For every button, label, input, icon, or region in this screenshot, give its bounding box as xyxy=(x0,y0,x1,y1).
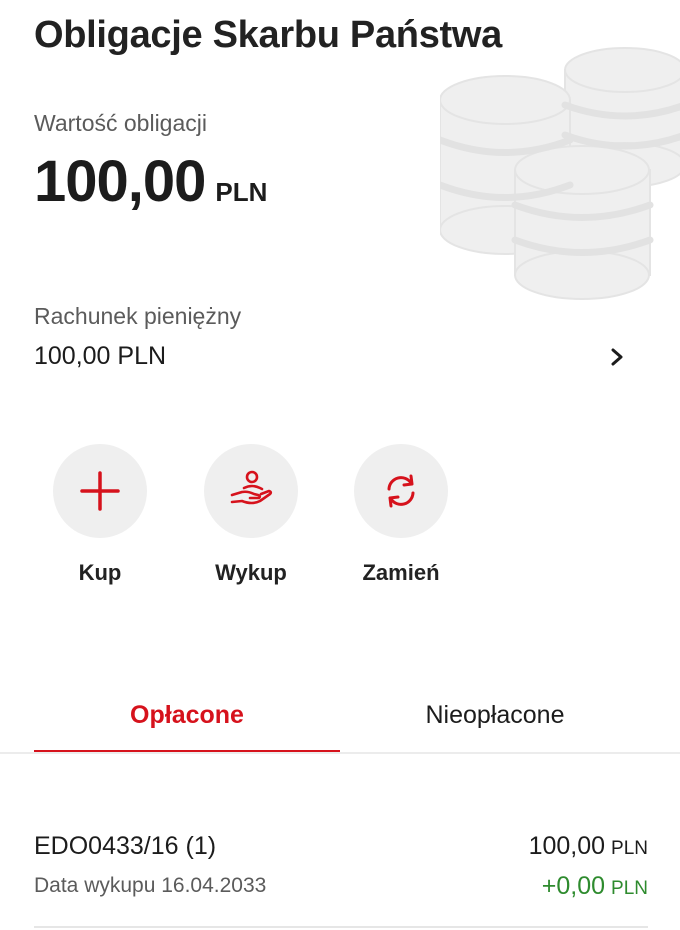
bond-amount-currency: PLN xyxy=(611,838,648,859)
bond-amount: 100,00 PLN xyxy=(529,832,648,861)
exchange-icon xyxy=(387,474,415,508)
bond-change-currency: PLN xyxy=(611,878,648,899)
coins-illustration xyxy=(440,47,680,300)
hand-coin-icon xyxy=(230,470,273,505)
cash-account-row[interactable]: Rachunek pieniężny 100,00 PLN xyxy=(34,300,624,380)
buy-button-circle xyxy=(53,444,147,538)
exchange-button[interactable]: Zamień xyxy=(336,444,466,586)
tabs-divider xyxy=(0,752,680,754)
list-divider xyxy=(34,926,648,928)
bond-change: +0,00 PLN xyxy=(542,872,648,901)
cash-account-label: Rachunek pieniężny xyxy=(34,303,242,329)
bond-name: EDO0433/16 (1) xyxy=(34,832,217,860)
buy-label: Kup xyxy=(78,560,122,585)
redeem-button[interactable]: Wykup xyxy=(186,444,316,586)
plus-icon xyxy=(80,471,120,511)
redeem-button-circle xyxy=(204,444,298,538)
tab-paid[interactable]: Opłacone xyxy=(34,680,340,750)
exchange-button-circle xyxy=(354,444,448,538)
cash-account-value: 100,00 PLN xyxy=(34,342,167,370)
bond-value-amount: 100,00 xyxy=(34,149,206,214)
page-title: Obligacje Skarbu Państwa xyxy=(34,14,502,56)
tab-unpaid[interactable]: Nieopłacone xyxy=(340,680,650,750)
chevron-right-icon xyxy=(611,348,623,366)
bond-redemption-date: Data wykupu 16.04.2033 xyxy=(34,874,267,897)
bond-value: 100,00 PLN xyxy=(34,148,267,215)
bond-value-currency: PLN xyxy=(215,177,268,207)
bond-change-value: +0,00 xyxy=(541,872,606,900)
bond-tabs: Opłacone Nieopłacone xyxy=(0,680,680,754)
buy-button[interactable]: Kup xyxy=(35,444,165,586)
bond-list-item[interactable]: EDO0433/16 (1) Data wykupu 16.04.2033 10… xyxy=(34,826,648,916)
redeem-label: Wykup xyxy=(215,560,287,585)
bond-amount-value: 100,00 xyxy=(528,832,606,860)
bond-value-label: Wartość obligacji xyxy=(34,110,207,136)
exchange-label: Zamień xyxy=(362,560,440,585)
